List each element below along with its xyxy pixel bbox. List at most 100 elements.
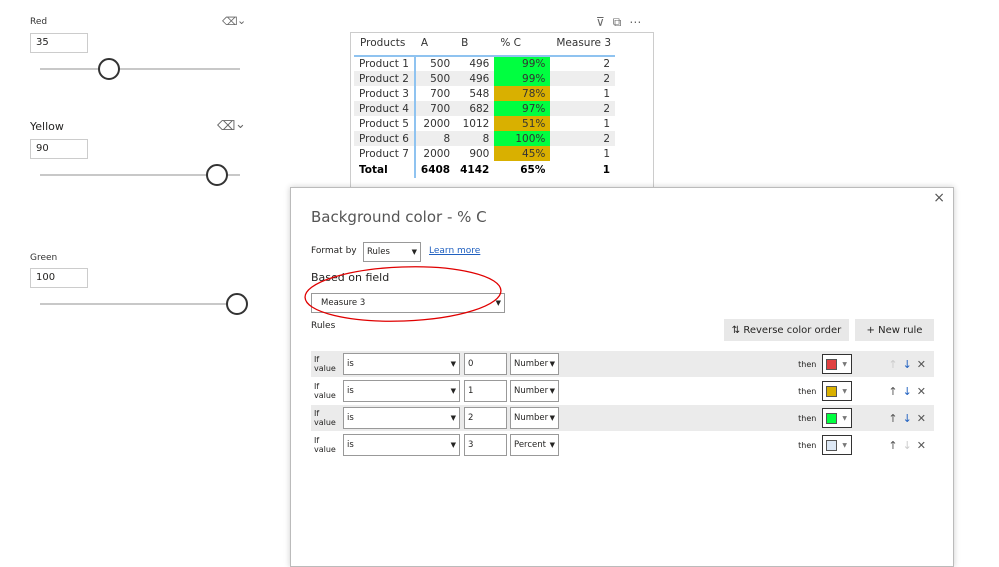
- table-cell: Product 3: [354, 86, 416, 101]
- type-value: Percent: [514, 440, 546, 450]
- slicer-label: Yellow: [30, 120, 64, 133]
- format-by-select[interactable]: Rules ▼: [363, 242, 421, 262]
- operator-select[interactable]: is ▼: [343, 407, 460, 429]
- move-down-icon[interactable]: ↓: [903, 439, 912, 452]
- then-label: then: [798, 359, 817, 369]
- operator-select[interactable]: is ▼: [343, 353, 460, 375]
- delete-rule-icon[interactable]: ✕: [917, 412, 926, 425]
- move-down-icon[interactable]: ↓: [903, 358, 912, 371]
- table-cell: Product 6: [354, 131, 416, 146]
- operator-select[interactable]: is ▼: [343, 434, 460, 456]
- slicer-value-input[interactable]: 90: [30, 139, 88, 159]
- table-cell: 99%: [494, 71, 551, 86]
- color-swatch: [826, 439, 838, 451]
- move-down-icon[interactable]: ↓: [903, 385, 912, 398]
- column-header[interactable]: Products: [354, 33, 415, 57]
- table-cell: 2: [550, 71, 616, 86]
- type-select[interactable]: Number ▼: [510, 380, 559, 402]
- slider-track[interactable]: [40, 303, 240, 305]
- color-picker[interactable]: ▼: [822, 435, 853, 455]
- move-down-icon[interactable]: ↓: [903, 412, 912, 425]
- delete-rule-icon[interactable]: ✕: [917, 358, 926, 371]
- filter-icon[interactable]: ⊽: [596, 15, 605, 30]
- delete-rule-icon[interactable]: ✕: [917, 439, 926, 452]
- rule-value-input[interactable]: 2: [464, 407, 507, 429]
- more-options-icon[interactable]: ⋯: [629, 15, 641, 30]
- if-value-label: If value: [314, 436, 336, 454]
- table-cell: 45%: [494, 146, 551, 161]
- dialog-title: Background color - % C: [311, 208, 487, 226]
- table-cell: 2: [550, 101, 616, 116]
- table-cell: Product 4: [354, 101, 416, 116]
- chevron-down-icon[interactable]: ⌄: [235, 117, 246, 132]
- table-cell: 500: [414, 71, 456, 86]
- table-visual[interactable]: Products A B% C Measure 3 Product 1 500 496 99…: [350, 32, 654, 192]
- table-cell: 51%: [494, 116, 551, 131]
- total-cell: 65%: [520, 163, 546, 176]
- rule-row: If value is ▼ 0 Number ▼ then ▼ ↑ ↓ ✕: [311, 351, 934, 377]
- rules-label: Rules: [311, 321, 336, 331]
- table-cell: 1: [603, 147, 611, 160]
- slider-thumb[interactable]: [206, 164, 228, 186]
- plus-icon: +: [866, 324, 879, 336]
- color-swatch: [826, 358, 838, 370]
- table-cell: 78%: [494, 86, 551, 101]
- operator-select[interactable]: is ▼: [343, 380, 460, 402]
- move-up-icon[interactable]: ↑: [888, 358, 897, 371]
- sort-icon: ⇅: [731, 324, 744, 336]
- column-header[interactable]: % C: [494, 33, 551, 57]
- table-cell: 1012: [462, 117, 490, 130]
- table-cell: Product 2: [354, 71, 416, 86]
- close-icon[interactable]: ×: [933, 190, 945, 206]
- rule-value-input[interactable]: 1: [464, 380, 507, 402]
- color-picker[interactable]: ▼: [822, 354, 853, 374]
- rule-value-input[interactable]: 3: [464, 434, 507, 456]
- rule-row: If value is ▼ 3 Percent ▼ then ▼ ↑ ↓ ✕: [311, 432, 934, 458]
- slider-thumb[interactable]: [226, 293, 248, 315]
- column-header[interactable]: A: [414, 33, 456, 57]
- learn-more-link[interactable]: Learn more: [429, 246, 480, 256]
- slider-thumb[interactable]: [98, 58, 120, 80]
- move-up-icon[interactable]: ↑: [888, 412, 897, 425]
- type-select[interactable]: Number ▼: [510, 353, 559, 375]
- color-picker[interactable]: ▼: [822, 408, 853, 428]
- chevron-down-icon[interactable]: ⌄: [237, 14, 246, 27]
- table-cell: 1: [603, 87, 611, 100]
- slider-track[interactable]: [40, 68, 240, 70]
- move-up-icon[interactable]: ↑: [888, 385, 897, 398]
- eraser-icon[interactable]: ⌫: [217, 119, 235, 134]
- rule-value-input[interactable]: 0: [464, 353, 507, 375]
- type-select[interactable]: Percent ▼: [510, 434, 559, 456]
- delete-rule-icon[interactable]: ✕: [917, 385, 926, 398]
- total-cell: 1: [602, 163, 611, 176]
- reverse-label: Reverse color order: [743, 324, 842, 336]
- rule-value: 1: [468, 386, 474, 396]
- table-cell: 900: [469, 147, 490, 160]
- focus-mode-icon[interactable]: ⧉: [613, 15, 622, 30]
- then-label: then: [798, 386, 817, 396]
- column-header[interactable]: Measure 3: [550, 33, 616, 57]
- table-cell: 99%: [494, 56, 551, 71]
- background-color-dialog: × Background color - % C Format by Rules…: [290, 187, 954, 567]
- type-value: Number: [514, 359, 549, 369]
- column-header[interactable]: B: [455, 33, 495, 57]
- table-cell: 700: [414, 101, 456, 116]
- format-by-value: Rules: [367, 247, 390, 257]
- slicer-value-input[interactable]: 100: [30, 268, 88, 288]
- table-cell: Product 5: [354, 116, 416, 131]
- reverse-color-order-button[interactable]: ⇅ Reverse color order: [724, 319, 849, 341]
- move-up-icon[interactable]: ↑: [888, 439, 897, 452]
- table-cell: 2: [603, 58, 611, 70]
- eraser-icon[interactable]: ⌫: [222, 15, 238, 28]
- new-rule-button[interactable]: + New rule: [855, 319, 934, 341]
- color-picker[interactable]: ▼: [822, 381, 853, 401]
- type-select[interactable]: Number ▼: [510, 407, 559, 429]
- table-cell: 100%: [494, 131, 551, 146]
- table-cell: 682: [455, 101, 495, 116]
- data-table: Products A B% C Measure 3 Product 1 500 496 99…: [354, 33, 616, 178]
- table-cell: 500: [430, 58, 451, 70]
- then-label: then: [798, 440, 817, 450]
- table-row: Product 5 2000 1012 51% 1: [354, 116, 615, 131]
- slicer-value-input[interactable]: 35: [30, 33, 88, 53]
- table-cell: Product 1: [354, 56, 416, 71]
